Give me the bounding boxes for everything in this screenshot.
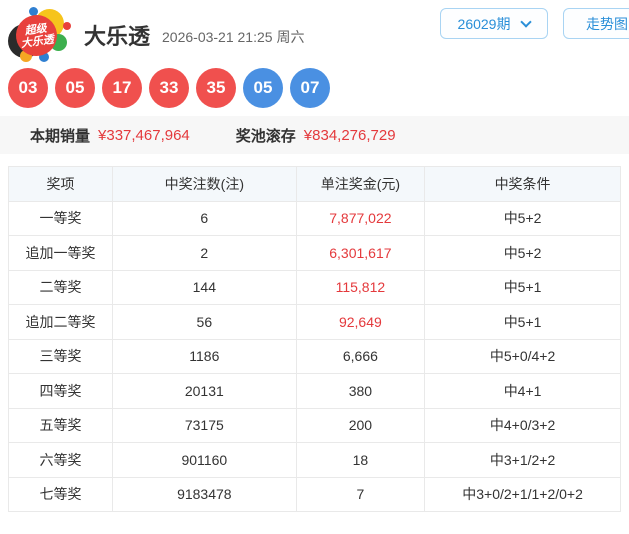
- cell-win-condition: 中4+0/3+2: [424, 407, 621, 443]
- prize-table-wrap: 奖项 中奖注数(注) 单注奖金(元) 中奖条件 一等奖 6 7,877,022 …: [7, 166, 621, 512]
- sales-value: ¥337,467,964: [98, 126, 190, 144]
- table-row: 一等奖 6 7,877,022 中5+2: [7, 200, 621, 236]
- table-row: 追加二等奖 56 92,649 中5+1: [7, 304, 621, 340]
- cell-prize-level: 五等奖: [7, 407, 114, 443]
- col-header-prize-level: 奖项: [7, 166, 114, 202]
- cell-prize-level: 六等奖: [7, 442, 114, 478]
- lotto-ball-front: 03: [8, 68, 48, 108]
- cell-prize-level: 一等奖: [7, 200, 114, 236]
- cell-win-condition: 中5+2: [424, 200, 621, 236]
- cell-prize-amount: 6,666: [295, 338, 426, 374]
- table-header-row: 奖项 中奖注数(注) 单注奖金(元) 中奖条件: [7, 166, 621, 202]
- cell-prize-amount: 7,877,022: [295, 200, 426, 236]
- lotto-ball-back: 05: [243, 68, 283, 108]
- col-header-win-condition: 中奖条件: [424, 166, 621, 202]
- cell-win-condition: 中4+1: [424, 373, 621, 409]
- pool-value: ¥834,276,729: [303, 126, 396, 144]
- winning-numbers: 03 05 17 33 35 05 07: [8, 68, 330, 108]
- col-header-prize-amount: 单注奖金(元): [295, 166, 426, 202]
- cell-prize-amount: 200: [295, 407, 426, 443]
- super-lotto-logo-icon: 超级 大乐透: [8, 7, 72, 63]
- cell-prize-amount: 6,301,617: [295, 235, 426, 271]
- cell-winner-count: 20131: [112, 373, 297, 409]
- sales-label: 本期销量: [30, 127, 91, 145]
- cell-win-condition: 中5+2: [424, 235, 621, 271]
- cell-winner-count: 6: [112, 200, 297, 236]
- cell-winner-count: 144: [112, 269, 297, 305]
- cell-win-condition: 中5+0/4+2: [424, 338, 621, 374]
- table-row: 四等奖 20131 380 中4+1: [7, 373, 621, 409]
- cell-win-condition: 中3+0/2+1/1+2/0+2: [424, 476, 621, 512]
- lottery-result-page: 超级 大乐透 大乐透 2026-03-21 21:25 周六 26029期 走势…: [0, 0, 629, 534]
- cell-winner-count: 901160: [112, 442, 297, 478]
- chevron-down-icon: [520, 15, 533, 28]
- cell-prize-amount: 380: [295, 373, 426, 409]
- sales-info-bar: 本期销量 ¥337,467,964 奖池滚存 ¥834,276,729: [0, 116, 629, 154]
- table-row: 六等奖 901160 18 中3+1/2+2: [7, 442, 621, 478]
- pool-label: 奖池滚存: [235, 127, 296, 145]
- cell-win-condition: 中5+1: [424, 269, 621, 305]
- cell-prize-level: 二等奖: [7, 269, 114, 305]
- cell-prize-level: 三等奖: [7, 338, 114, 374]
- table-row: 三等奖 1186 6,666 中5+0/4+2: [7, 338, 621, 374]
- cell-prize-level: 追加一等奖: [7, 235, 114, 271]
- col-header-winner-count: 中奖注数(注): [112, 166, 297, 202]
- lotto-ball-front: 35: [196, 68, 236, 108]
- issue-dropdown[interactable]: 26029期: [440, 8, 548, 39]
- draw-datetime: 2026-03-21 21:25 周六: [162, 29, 305, 45]
- lotto-ball-front: 05: [55, 68, 95, 108]
- cell-prize-amount: 92,649: [295, 304, 426, 340]
- cell-prize-level: 四等奖: [7, 373, 114, 409]
- cell-winner-count: 2: [112, 235, 297, 271]
- cell-win-condition: 中3+1/2+2: [424, 442, 621, 478]
- trend-chart-button-label: 走势图: [586, 15, 628, 32]
- prize-table: 奖项 中奖注数(注) 单注奖金(元) 中奖条件 一等奖 6 7,877,022 …: [7, 166, 621, 512]
- cell-win-condition: 中5+1: [424, 304, 621, 340]
- cell-winner-count: 1186: [112, 338, 297, 374]
- cell-winner-count: 73175: [112, 407, 297, 443]
- cell-prize-level: 七等奖: [7, 476, 114, 512]
- lotto-ball-front: 33: [149, 68, 189, 108]
- cell-prize-amount: 115,812: [295, 269, 426, 305]
- table-row: 追加一等奖 2 6,301,617 中5+2: [7, 235, 621, 271]
- table-row: 七等奖 9183478 7 中3+0/2+1/1+2/0+2: [7, 476, 621, 512]
- cell-prize-amount: 18: [295, 442, 426, 478]
- issue-dropdown-value: 26029期: [457, 15, 511, 32]
- trend-chart-button[interactable]: 走势图: [563, 8, 629, 39]
- cell-winner-count: 56: [112, 304, 297, 340]
- lotto-ball-front: 17: [102, 68, 142, 108]
- table-row: 五等奖 73175 200 中4+0/3+2: [7, 407, 621, 443]
- cell-prize-amount: 7: [295, 476, 426, 512]
- cell-winner-count: 9183478: [112, 476, 297, 512]
- lotto-ball-back: 07: [290, 68, 330, 108]
- cell-prize-level: 追加二等奖: [7, 304, 114, 340]
- table-row: 二等奖 144 115,812 中5+1: [7, 269, 621, 305]
- page-title: 大乐透: [84, 24, 151, 49]
